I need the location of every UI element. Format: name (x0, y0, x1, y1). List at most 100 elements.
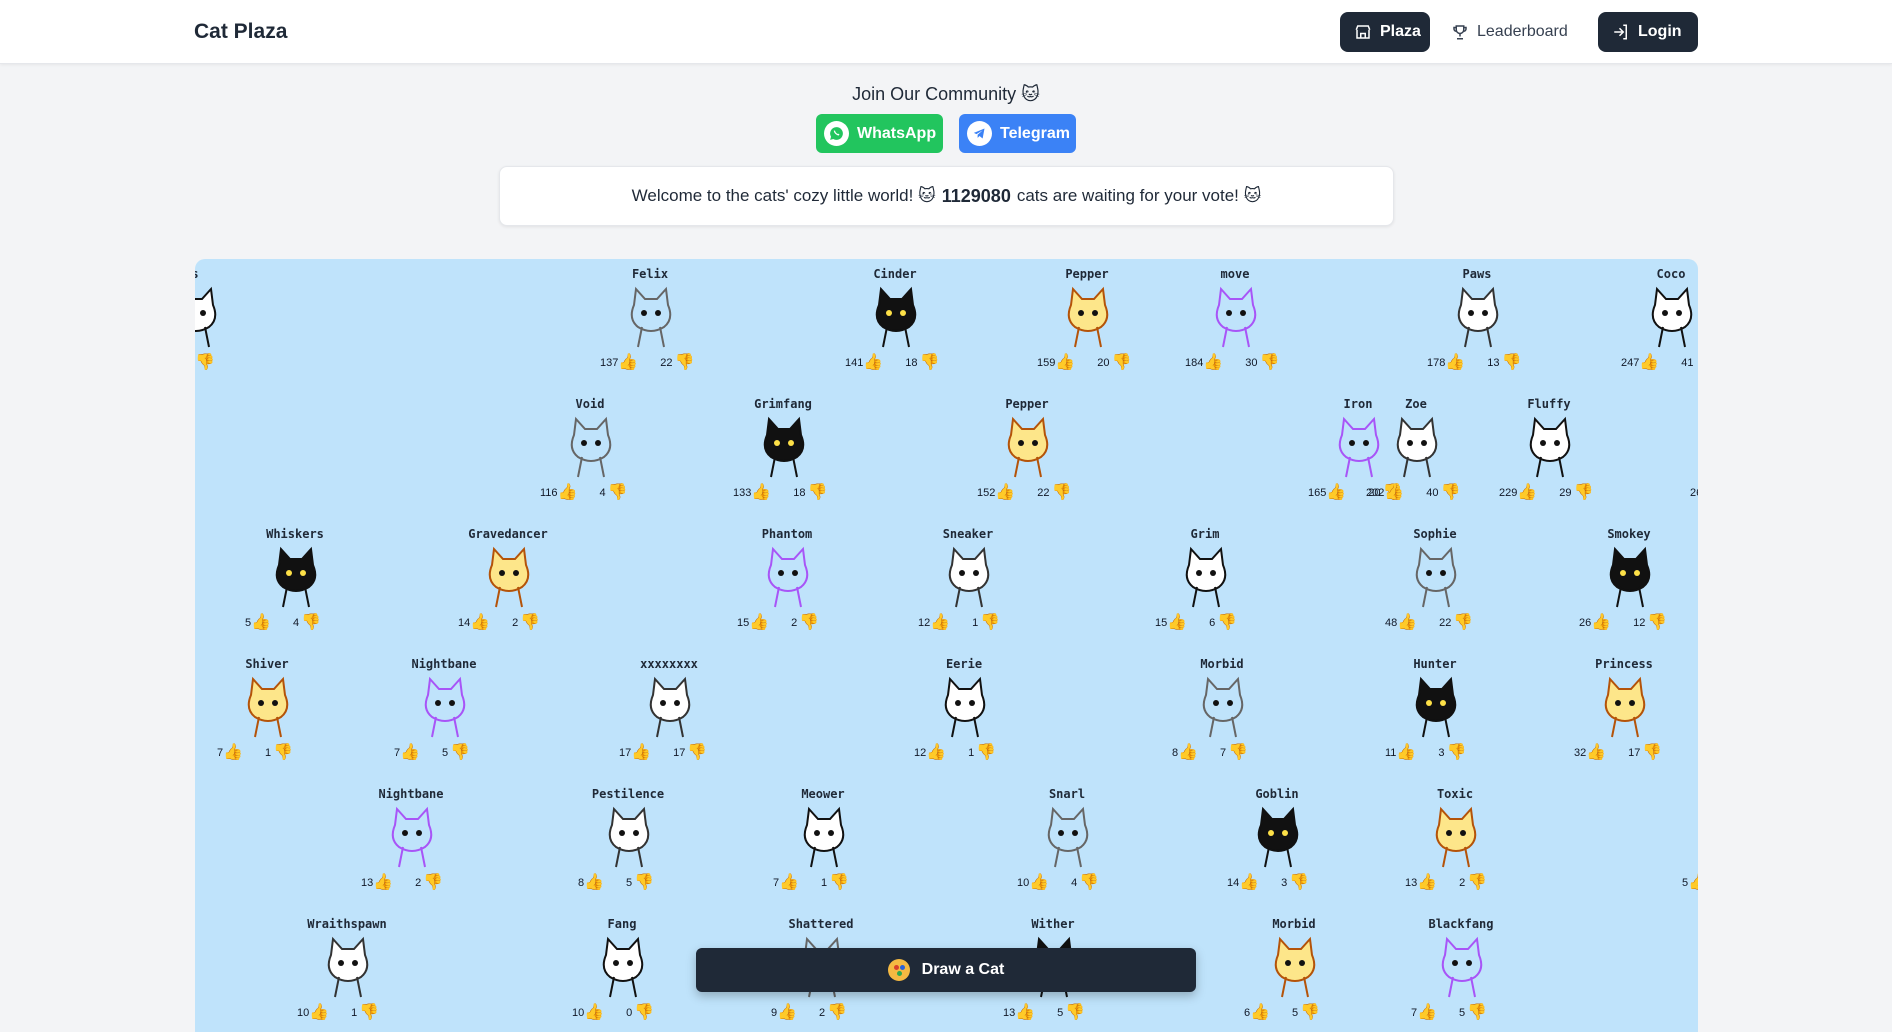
cat-plaza-canvas[interactable]: s👍9👎Felix137👍22👎Cinder141👍18👎Pepper159👍2… (195, 259, 1698, 1032)
telegram-button[interactable]: Telegram (959, 114, 1076, 153)
thumbs-down-icon[interactable]: 👎 (608, 485, 628, 501)
cat-drawing[interactable] (592, 933, 654, 1001)
cat-drawing[interactable] (938, 543, 1000, 611)
thumbs-up-icon[interactable]: 👍 (223, 745, 243, 761)
thumbs-down-icon[interactable]: 👎 (799, 615, 819, 631)
thumbs-up-icon[interactable]: 👍 (930, 615, 950, 631)
cat-drawing[interactable] (753, 413, 815, 481)
thumbs-down-icon[interactable]: 👎 (920, 355, 940, 371)
thumbs-down-icon[interactable]: 👎 (1453, 615, 1473, 631)
thumbs-down-icon[interactable]: 👎 (976, 745, 996, 761)
thumbs-down-icon[interactable]: 👎 (520, 615, 540, 631)
thumbs-up-icon[interactable]: 👍 (1015, 1005, 1035, 1021)
thumbs-down-icon[interactable]: 👎 (827, 1005, 847, 1021)
thumbs-down-icon[interactable]: 👎 (450, 745, 470, 761)
thumbs-up-icon[interactable]: 👍 (863, 355, 883, 371)
cat-drawing[interactable] (1264, 933, 1326, 1001)
thumbs-up-icon[interactable]: 👍 (558, 485, 578, 501)
cat-drawing[interactable] (997, 413, 1059, 481)
cat-drawing[interactable] (1425, 803, 1487, 871)
cat-drawing[interactable] (598, 803, 660, 871)
thumbs-down-icon[interactable]: 👎 (359, 1005, 379, 1021)
cat-drawing[interactable] (1447, 283, 1509, 351)
thumbs-up-icon[interactable]: 👍 (779, 875, 799, 891)
thumbs-up-icon[interactable]: 👍 (618, 355, 638, 371)
thumbs-up-icon[interactable]: 👍 (1167, 615, 1187, 631)
thumbs-down-icon[interactable]: 👎 (634, 1005, 654, 1021)
cat-drawing[interactable] (639, 673, 701, 741)
thumbs-down-icon[interactable]: 👎 (1467, 875, 1487, 891)
cat-drawing[interactable] (757, 543, 819, 611)
cat-drawing[interactable] (195, 283, 227, 351)
thumbs-down-icon[interactable]: 👎 (829, 875, 849, 891)
cat-drawing[interactable] (1175, 543, 1237, 611)
thumbs-up-icon[interactable]: 👍 (1396, 745, 1416, 761)
cat-drawing[interactable] (1431, 933, 1493, 1001)
cat-drawing[interactable] (1247, 803, 1309, 871)
thumbs-down-icon[interactable]: 👎 (1446, 745, 1466, 761)
thumbs-down-icon[interactable]: 👎 (980, 615, 1000, 631)
nav-plaza-button[interactable]: Plaza (1340, 12, 1430, 52)
cat-drawing[interactable] (317, 933, 379, 1001)
thumbs-down-icon[interactable]: 👎 (301, 615, 321, 631)
cat-drawing[interactable] (1037, 803, 1099, 871)
thumbs-up-icon[interactable]: 👍 (1055, 355, 1075, 371)
thumbs-up-icon[interactable]: 👍 (373, 875, 393, 891)
cat-drawing[interactable] (1405, 673, 1467, 741)
thumbs-up-icon[interactable]: 👍 (1591, 615, 1611, 631)
cat-drawing[interactable] (1519, 413, 1581, 481)
cat-drawing[interactable] (381, 803, 443, 871)
thumbs-up-icon[interactable]: 👍 (400, 745, 420, 761)
cat-drawing[interactable] (934, 673, 996, 741)
thumbs-up-icon[interactable]: 👍 (1586, 745, 1606, 761)
cat-drawing[interactable] (478, 543, 540, 611)
thumbs-up-icon[interactable]: 👍 (1239, 875, 1259, 891)
cat-drawing[interactable] (1405, 543, 1467, 611)
nav-leaderboard-button[interactable]: Leaderboard (1437, 12, 1577, 52)
thumbs-up-icon[interactable]: 👍 (995, 485, 1015, 501)
cat-drawing[interactable] (1057, 283, 1119, 351)
thumbs-up-icon[interactable]: 👍 (1445, 355, 1465, 371)
thumbs-up-icon[interactable]: 👍 (470, 615, 490, 631)
cat-drawing[interactable] (1205, 283, 1267, 351)
thumbs-down-icon[interactable]: 👎 (1502, 355, 1522, 371)
cat-drawing[interactable] (793, 803, 855, 871)
thumbs-up-icon[interactable]: 👍 (631, 745, 651, 761)
thumbs-down-icon[interactable]: 👎 (273, 745, 293, 761)
thumbs-down-icon[interactable]: 👎 (1467, 1005, 1487, 1021)
thumbs-up-icon[interactable]: 👍 (1250, 1005, 1270, 1021)
thumbs-down-icon[interactable]: 👎 (808, 485, 828, 501)
thumbs-up-icon[interactable]: 👍 (749, 615, 769, 631)
cat-drawing[interactable] (1599, 543, 1661, 611)
thumbs-down-icon[interactable]: 👎 (1696, 355, 1698, 371)
thumbs-up-icon[interactable]: 👍 (751, 485, 771, 501)
thumbs-up-icon[interactable]: 👍 (1639, 355, 1659, 371)
thumbs-up-icon[interactable]: 👍 (1397, 615, 1417, 631)
cat-drawing[interactable] (1386, 413, 1448, 481)
thumbs-down-icon[interactable]: 👎 (634, 875, 654, 891)
thumbs-down-icon[interactable]: 👎 (1112, 355, 1132, 371)
thumbs-up-icon[interactable]: 👍 (1384, 485, 1404, 501)
thumbs-up-icon[interactable]: 👍 (1517, 485, 1537, 501)
thumbs-down-icon[interactable]: 👎 (1260, 355, 1280, 371)
thumbs-down-icon[interactable]: 👎 (1647, 615, 1667, 631)
draw-cat-button[interactable]: Draw a Cat (696, 948, 1196, 992)
thumbs-down-icon[interactable]: 👎 (1079, 875, 1099, 891)
thumbs-up-icon[interactable]: 👍 (1326, 485, 1346, 501)
thumbs-up-icon[interactable]: 👍 (1417, 875, 1437, 891)
thumbs-up-icon[interactable]: 👍 (777, 1005, 797, 1021)
thumbs-down-icon[interactable]: 👎 (1289, 875, 1309, 891)
thumbs-up-icon[interactable]: 👍 (1417, 1005, 1437, 1021)
thumbs-down-icon[interactable]: 👎 (423, 875, 443, 891)
thumbs-down-icon[interactable]: 👎 (1065, 1005, 1085, 1021)
login-button[interactable]: Login (1598, 12, 1698, 52)
thumbs-up-icon[interactable]: 👍 (926, 745, 946, 761)
thumbs-up-icon[interactable]: 👍 (1203, 355, 1223, 371)
thumbs-down-icon[interactable]: 👎 (1228, 745, 1248, 761)
thumbs-up-icon[interactable]: 👍 (309, 1005, 329, 1021)
thumbs-up-icon[interactable]: 👍 (1688, 875, 1698, 891)
thumbs-down-icon[interactable]: 👎 (1642, 745, 1662, 761)
cat-drawing[interactable] (1641, 283, 1698, 351)
thumbs-down-icon[interactable]: 👎 (1441, 485, 1461, 501)
cat-drawing[interactable] (265, 543, 327, 611)
